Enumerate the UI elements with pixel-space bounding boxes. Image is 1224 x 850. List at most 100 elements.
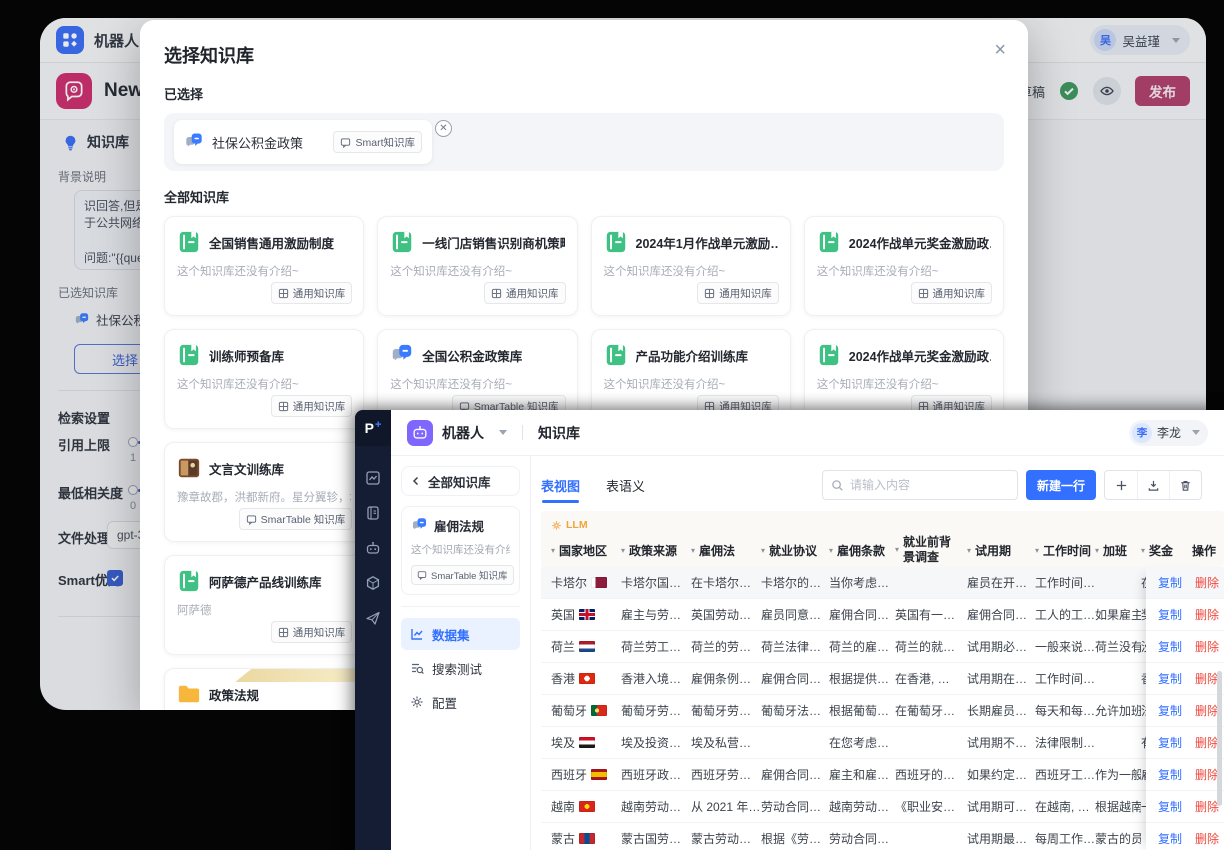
table-cell: 试用期不… xyxy=(967,727,1035,759)
kb-card[interactable]: 阿萨德产品线训练库 阿萨德 通用知识库 xyxy=(164,555,364,655)
sort-caret-icon[interactable]: ▾ xyxy=(895,545,899,555)
remove-selected-icon[interactable]: ✕ xyxy=(435,120,452,137)
table-row[interactable]: 葡萄牙 葡萄牙劳…葡萄牙劳…葡萄牙法…根据葡萄…在葡萄牙…长期雇员…每天和每…允… xyxy=(541,695,1224,727)
export-button[interactable] xyxy=(1137,471,1169,499)
delete-button[interactable] xyxy=(1169,471,1201,499)
delete-link[interactable]: 删除 xyxy=(1195,599,1219,630)
badge-label: 通用知识库 xyxy=(719,286,772,301)
row-actions: 复制 删除 xyxy=(1146,759,1224,791)
copy-link[interactable]: 复制 xyxy=(1158,759,1182,790)
badge-icon xyxy=(278,401,289,412)
panel-menu-item[interactable]: 数据集 xyxy=(401,618,520,650)
table-tab[interactable]: 表语义 xyxy=(606,476,645,495)
table-row[interactable]: 荷兰 荷兰劳工…荷兰的劳…荷兰法律…荷兰的雇…荷兰的就…试用期必…一般来说…荷兰… xyxy=(541,631,1224,663)
panel-menu-item[interactable]: 搜索测试 xyxy=(401,652,520,684)
table-row[interactable]: 卡塔尔 卡塔尔国…在卡塔尔…卡塔尔的…当你考虑…雇员在开…工作时间…在工作… xyxy=(541,567,1224,599)
sort-caret-icon[interactable]: ▾ xyxy=(621,546,625,555)
close-icon[interactable]: × xyxy=(994,40,1006,60)
table-cell: 英国劳动… xyxy=(691,599,761,631)
table-cell: 每周工作… xyxy=(1035,823,1095,850)
table-row[interactable]: 英国 雇主与劳…英国劳动…雇员同意…雇佣合同…英国有一…雇佣合同…工人的工…如果… xyxy=(541,599,1224,631)
column-label: 政策来源 xyxy=(629,542,677,559)
kb-card[interactable]: 2024作战单元奖金激励政… 这个知识库还没有介绍~ 通用知识库 xyxy=(804,216,1004,316)
new-row-button[interactable]: 新建一行 xyxy=(1026,470,1096,500)
copy-link[interactable]: 复制 xyxy=(1158,695,1182,726)
current-kb-card: 雇佣法规 这个知识库还没有介绍~ SmarTable 知识库 xyxy=(401,506,520,595)
table-row[interactable]: 西班牙 西班牙政…西班牙劳…雇佣合同…雇主和雇…西班牙的…如果约定…西班牙工…作… xyxy=(541,759,1224,791)
column-header[interactable]: ▾ 加班 xyxy=(1095,542,1141,559)
table-cell: 试用期在… xyxy=(967,663,1035,695)
notebook-icon[interactable] xyxy=(365,505,381,521)
chat-square-icon xyxy=(340,137,351,148)
kb-desc: 这个知识库还没有介绍~ xyxy=(411,542,510,557)
delete-link[interactable]: 删除 xyxy=(1195,567,1219,598)
table-row[interactable]: 越南 越南劳动…从 2021 年…劳动合同…越南劳动…《职业安…试用期可…在越南… xyxy=(541,791,1224,823)
copy-link[interactable]: 复制 xyxy=(1158,631,1182,662)
table-row[interactable]: 埃及 埃及投资…埃及私营…在您考虑…试用期不…法律限制…有的雇… xyxy=(541,727,1224,759)
column-header[interactable]: ▾ 雇佣条款 xyxy=(829,542,895,559)
dashboard-icon[interactable] xyxy=(365,470,381,486)
table-cell: 越南劳动… xyxy=(621,791,691,823)
delete-link[interactable]: 删除 xyxy=(1195,695,1219,726)
table-tab[interactable]: 表视图 xyxy=(541,476,580,495)
add-column-button[interactable] xyxy=(1105,471,1137,499)
delete-link[interactable]: 删除 xyxy=(1195,631,1219,662)
menu-icon xyxy=(410,661,424,675)
sort-caret-icon[interactable]: ▾ xyxy=(967,546,971,555)
copy-link[interactable]: 复制 xyxy=(1158,599,1182,630)
kb-card[interactable]: 2024年1月作战单元激励… 这个知识库还没有介绍~ 通用知识库 xyxy=(591,216,791,316)
send-icon[interactable] xyxy=(365,610,381,626)
table-cell: 一般来说… xyxy=(1035,631,1095,663)
search-input[interactable] xyxy=(850,478,1009,492)
sort-caret-icon[interactable]: ▾ xyxy=(829,546,833,555)
kb-card-desc: 这个知识库还没有介绍~ xyxy=(817,263,991,279)
column-header[interactable]: ▾ 就业协议 xyxy=(761,542,829,559)
copy-link[interactable]: 复制 xyxy=(1158,663,1182,694)
kb-card[interactable]: 训练师预备库 这个知识库还没有介绍~ 通用知识库 xyxy=(164,329,364,429)
copy-link[interactable]: 复制 xyxy=(1158,727,1182,758)
column-header[interactable]: ▾ 政策来源 xyxy=(621,542,691,559)
search-input-box[interactable] xyxy=(822,470,1018,500)
kb-card[interactable]: 一线门店销售识别商机策略 这个知识库还没有介绍~ 通用知识库 xyxy=(377,216,577,316)
kb-card[interactable]: 全国销售通用激励制度 这个知识库还没有介绍~ 通用知识库 xyxy=(164,216,364,316)
sort-caret-icon[interactable]: ▾ xyxy=(691,546,695,555)
sort-caret-icon[interactable]: ▾ xyxy=(761,546,765,555)
copy-link[interactable]: 复制 xyxy=(1158,823,1182,850)
flag-icon xyxy=(579,801,595,812)
delete-link[interactable]: 删除 xyxy=(1195,791,1219,822)
app-name[interactable]: 机器人 xyxy=(442,423,484,443)
table-cell: 试用期可… xyxy=(967,791,1035,823)
column-header[interactable]: ▾ 工作时间 xyxy=(1035,542,1095,559)
column-header[interactable]: ▾ 国家地区 xyxy=(551,542,621,559)
column-header[interactable]: ▾ 试用期 xyxy=(967,542,1035,559)
column-label: 雇佣法 xyxy=(699,542,735,559)
table-row[interactable]: 香港 香港入境…雇佣条例…雇佣合同…根据提供…在香港, …试用期在…工作时间…香… xyxy=(541,663,1224,695)
chevron-down-icon[interactable] xyxy=(499,430,507,435)
robot-icon[interactable] xyxy=(365,540,381,556)
sort-caret-icon[interactable]: ▾ xyxy=(1095,546,1099,555)
delete-link[interactable]: 删除 xyxy=(1195,823,1219,850)
column-header[interactable]: ▾ 雇佣法 xyxy=(691,542,761,559)
copy-link[interactable]: 复制 xyxy=(1158,567,1182,598)
cube-icon[interactable] xyxy=(365,575,381,591)
table-row[interactable]: 蒙古 蒙古国劳…蒙古劳动…根据《劳…劳动合同…试用期最…每周工作…蒙古的员… xyxy=(541,823,1224,850)
trash-icon xyxy=(1179,479,1192,492)
selected-kb-chip[interactable]: 社保公积金政策 Smart知识库 ✕ xyxy=(174,120,432,164)
table-cell: 蒙古的员… xyxy=(1095,823,1141,850)
kb-card[interactable]: 文言文训练库 豫章故郡，洪都新府。星分翼轸，地… SmarTable 知识库 xyxy=(164,442,364,542)
sort-caret-icon[interactable]: ▾ xyxy=(551,546,555,555)
vertical-scrollbar[interactable] xyxy=(1217,671,1222,806)
user-menu[interactable]: 李 李龙 xyxy=(1129,420,1208,446)
column-header[interactable]: ▾ 就业前背景调查 xyxy=(895,535,967,565)
sort-caret-icon[interactable]: ▾ xyxy=(1035,546,1039,555)
badge-label: SmarTable 知识库 xyxy=(261,512,346,527)
delete-link[interactable]: 删除 xyxy=(1195,727,1219,758)
row-actions-column: 复制 删除 复制 删除 复制 删除 复制 删除 复制 删除 复制 删除 复制 删… xyxy=(1146,567,1224,850)
panel-menu-item[interactable]: 配置 xyxy=(401,686,520,718)
sort-caret-icon[interactable]: ▾ xyxy=(1141,546,1145,555)
delete-link[interactable]: 删除 xyxy=(1195,759,1219,790)
delete-link[interactable]: 删除 xyxy=(1195,663,1219,694)
kb-card[interactable]: 政策法规 这是一个目录 xyxy=(164,668,364,710)
back-to-all-kb[interactable]: 全部知识库 xyxy=(401,466,520,496)
copy-link[interactable]: 复制 xyxy=(1158,791,1182,822)
